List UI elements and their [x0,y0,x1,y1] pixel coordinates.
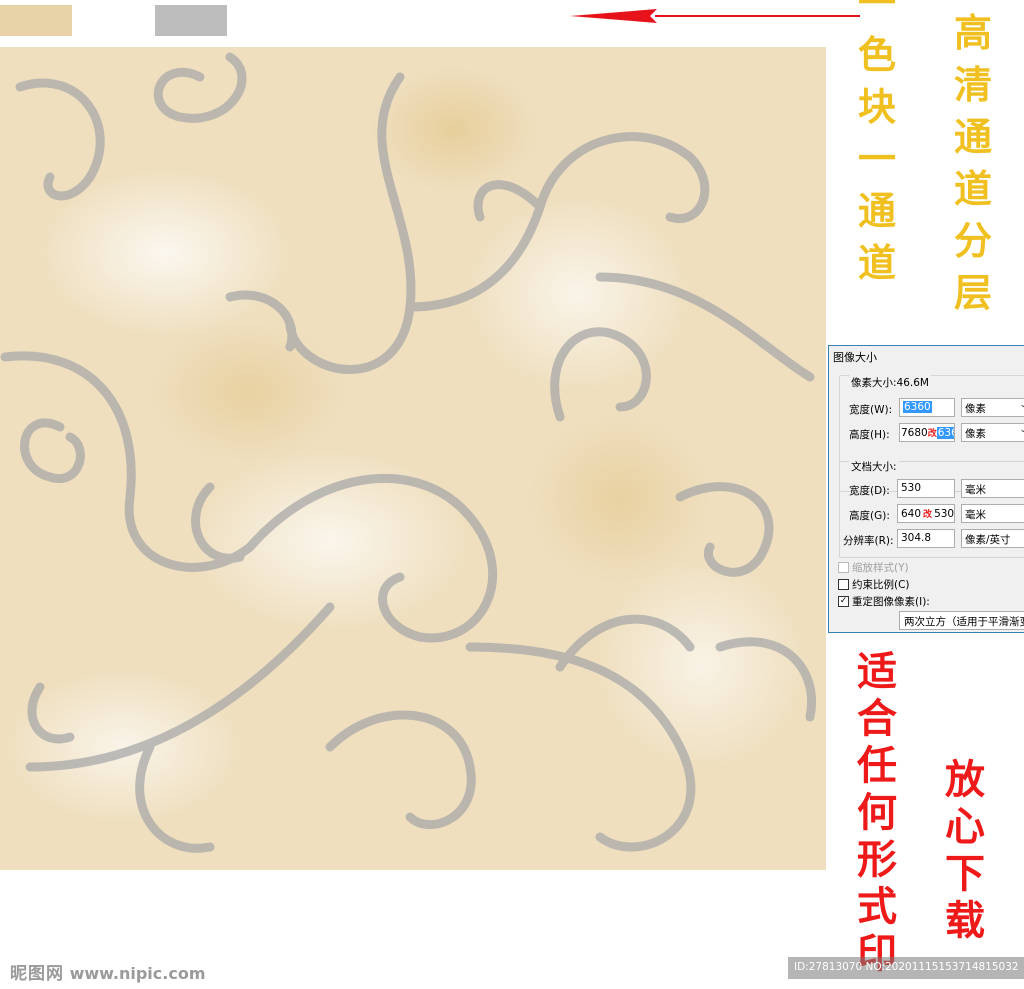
pixel-height-field[interactable]: 7680改6360 [899,423,955,442]
caption-download-safe: 放 心 下 载 [945,756,985,944]
pixel-height-unit: 像素 [965,428,986,440]
resample-label: 重定图像像素(I): [852,596,930,608]
vine-scroll-artwork [0,52,816,853]
pixel-width-unit-select[interactable]: 像素 ⌄ [961,398,1024,417]
doc-width-value: 530 [901,482,922,494]
nipic-watermark: 昵图网 www.nipic.com [10,959,206,984]
pixel-height-edit-mark: 改 [927,429,937,439]
resolution-field[interactable]: 304.8 [897,529,955,548]
doc-height-label: 高度(G): [849,510,890,522]
scale-styles-checkbox-row[interactable]: 缩放样式(Y) [838,560,909,575]
resample-checkbox-row[interactable]: ✓ 重定图像像素(I): [838,594,930,609]
pixel-height-value: 6360 [936,427,954,439]
constrain-proportions-label: 约束比例(C) [852,579,910,591]
doc-height-old-value: 640 [901,508,922,520]
watermark-logo: 昵图网 [10,964,64,984]
doc-width-field[interactable]: 530 [897,479,955,498]
resolution-value: 304.8 [901,532,932,544]
pixel-height-label: 高度(H): [849,429,890,441]
chevron-down-icon: ⌄ [1019,425,1024,435]
caption-one-block-one-channel: 一 色 块 一 通 道 [858,0,897,285]
pixel-width-unit: 像素 [965,403,986,415]
pixel-height-old-value: 7680 [901,427,928,439]
doc-height-field[interactable]: 640 改 530 [897,504,955,523]
resolution-unit: 像素/英寸 [965,534,1011,546]
doc-height-unit: 毫米 [965,509,986,521]
watermark-url: www.nipic.com [69,964,206,983]
doc-height-edit-mark: 改 [923,510,933,520]
constrain-proportions-checkbox-row[interactable]: 约束比例(C) [838,577,910,592]
dialog-title: 图像大小 [833,351,877,364]
doc-width-label: 宽度(D): [849,485,890,497]
resolution-unit-select[interactable]: 像素/英寸 [961,529,1024,548]
pixel-dimensions-label: 像素大小:46.6M [849,375,931,390]
constrain-proportions-checkbox[interactable] [838,579,849,590]
pixel-width-value: 6360 [903,401,932,413]
doc-height-value: 530 [934,508,955,520]
resolution-label: 分辨率(R): [843,535,894,547]
scale-styles-label: 缩放样式(Y) [852,562,909,574]
image-size-dialog: 图像大小 像素大小:46.6M 宽度(W): 6360 像素 ⌄ 高度(H): … [828,345,1024,633]
pixel-width-field[interactable]: 6360 [899,398,955,417]
doc-width-unit: 毫米 [965,484,986,496]
image-id-bar: ID:27813070 NO:20201115153714815032 [788,957,1024,979]
pixel-width-label: 宽度(W): [849,404,893,416]
resample-checkbox[interactable]: ✓ [838,596,849,607]
left-arrow-icon [570,9,860,23]
gray-color-swatch [155,5,227,36]
pixel-height-unit-select[interactable]: 像素 ⌄ [961,423,1024,442]
scale-styles-checkbox[interactable] [838,562,849,573]
beige-color-swatch [0,5,72,36]
chevron-down-icon: ⌄ [1019,400,1024,410]
doc-width-unit-select[interactable]: 毫米 [961,479,1024,498]
caption-hd-channel-layers: 高 清 通 道 分 层 [954,10,993,315]
caption-fit-any-print: 适 合 任 何 形 式 印 [857,648,897,977]
resample-method-value: 两次立方（适用于平滑渐变 [904,616,1024,628]
resample-method-select[interactable]: 两次立方（适用于平滑渐变 [899,611,1024,630]
damask-wallpaper-pattern [0,47,826,870]
document-size-label: 文档大小: [849,459,899,474]
doc-height-unit-select[interactable]: 毫米 [961,504,1024,523]
